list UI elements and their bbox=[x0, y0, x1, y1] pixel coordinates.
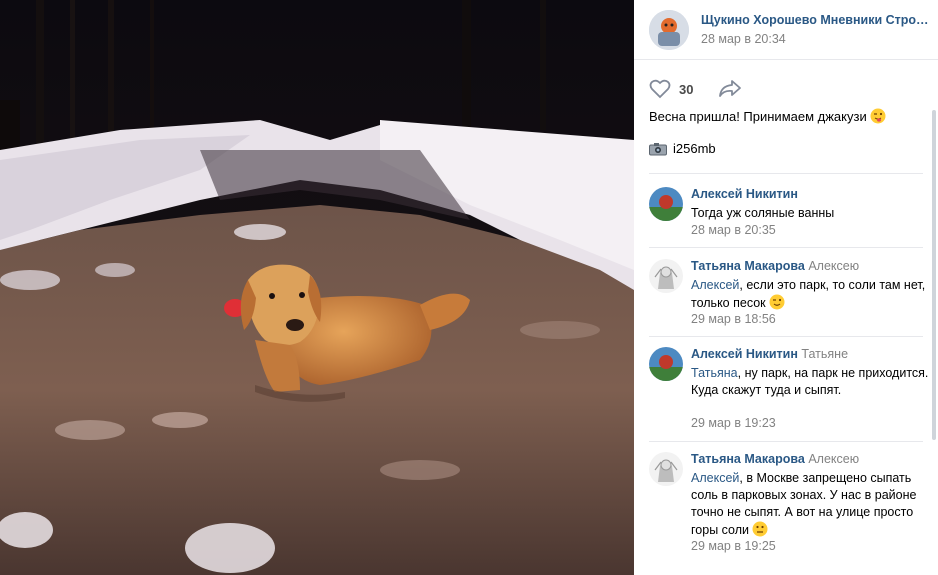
comment: Алексей Никитин Татьяне Татьяна, ну парк… bbox=[649, 347, 929, 433]
post-date[interactable]: 28 мар в 20:34 bbox=[701, 32, 786, 46]
comment-text: Татьяна, ну парк, на парк не приходится.… bbox=[691, 365, 929, 399]
comment-date[interactable]: 29 мар в 19:23 bbox=[691, 416, 776, 430]
post-photo[interactable] bbox=[0, 0, 634, 575]
wink-emoji bbox=[769, 294, 785, 310]
comment: Алексей Никитин Тогда уж соляные ванны 2… bbox=[649, 187, 929, 247]
comment-text: Алексей, в Москве запрещено сыпать соль … bbox=[691, 470, 929, 539]
dog-in-puddle-image bbox=[0, 0, 634, 575]
commenter-avatar-icon bbox=[649, 259, 683, 293]
comment-author: Татьяна Макарова Алексею bbox=[691, 452, 859, 466]
post-text: Весна пришла! Принимаем джакузи bbox=[649, 108, 929, 125]
share-button[interactable] bbox=[718, 78, 742, 101]
comment-date[interactable]: 28 мар в 20:35 bbox=[691, 223, 776, 237]
comment-text: Алексей, если это парк, то соли там нет,… bbox=[691, 277, 929, 312]
post-side-panel: Щукино Хорошево Мневники Стро… 28 мар в … bbox=[634, 0, 938, 575]
comment-text: Тогда уж соляные ванны bbox=[691, 206, 835, 220]
post-text-body: Весна пришла! Принимаем джакузи bbox=[649, 109, 867, 124]
comment-author: Алексей Никитин bbox=[691, 187, 798, 201]
comment: Татьяна Макарова Алексею Алексей, если э… bbox=[649, 259, 929, 335]
camera-icon bbox=[649, 142, 667, 155]
commenter-avatar[interactable] bbox=[649, 259, 683, 293]
wink-tongue-emoji bbox=[870, 108, 886, 124]
comment-reply-to[interactable]: Татьяне bbox=[801, 347, 848, 361]
comment-addressee-link[interactable]: Татьяна bbox=[691, 366, 738, 380]
group-name-link[interactable]: Щукино Хорошево Мневники Стро… bbox=[701, 13, 929, 27]
commenter-avatar-icon bbox=[649, 347, 683, 381]
comment-addressee-link[interactable]: Алексей bbox=[691, 471, 739, 485]
commenter-avatar[interactable] bbox=[649, 187, 683, 221]
comment-author-link[interactable]: Алексей Никитин bbox=[691, 347, 798, 361]
comment-author-link[interactable]: Татьяна Макарова bbox=[691, 259, 805, 273]
like-button[interactable]: 30 bbox=[649, 79, 693, 99]
comment-author: Татьяна Макарова Алексею bbox=[691, 259, 859, 273]
comment-date[interactable]: 29 мар в 19:25 bbox=[691, 539, 776, 553]
commenter-avatar[interactable] bbox=[649, 452, 683, 486]
post-divider bbox=[649, 173, 923, 174]
share-arrow-icon bbox=[719, 79, 742, 97]
commenter-avatar-icon bbox=[649, 452, 683, 486]
comment-divider bbox=[649, 247, 923, 248]
comment-author: Алексей Никитин Татьяне bbox=[691, 347, 848, 361]
commenter-avatar-icon bbox=[649, 187, 683, 221]
comment-author-link[interactable]: Татьяна Макарова bbox=[691, 452, 805, 466]
comment-divider bbox=[649, 441, 923, 442]
comment-reply-to[interactable]: Алексею bbox=[808, 452, 859, 466]
photo-tag-label: i256mb bbox=[673, 141, 716, 156]
comment-author-link[interactable]: Алексей Никитин bbox=[691, 187, 798, 201]
comment-reply-to[interactable]: Алексею bbox=[808, 259, 859, 273]
comments-scrollbar[interactable] bbox=[932, 110, 936, 440]
neutral-face-emoji bbox=[752, 521, 768, 537]
comment-divider bbox=[649, 336, 923, 337]
comment: Татьяна Макарова Алексею Алексей, в Моск… bbox=[649, 452, 929, 562]
group-avatar[interactable] bbox=[649, 10, 689, 50]
post-actions: 30 bbox=[649, 78, 742, 100]
comment-addressee-link[interactable]: Алексей bbox=[691, 278, 739, 292]
commenter-avatar[interactable] bbox=[649, 347, 683, 381]
heart-icon bbox=[649, 79, 671, 99]
post-header: Щукино Хорошево Мневники Стро… 28 мар в … bbox=[634, 0, 938, 60]
photo-tag[interactable]: i256mb bbox=[649, 141, 716, 156]
group-avatar-icon bbox=[649, 10, 689, 50]
comment-date[interactable]: 29 мар в 18:56 bbox=[691, 312, 776, 326]
like-count: 30 bbox=[679, 81, 694, 97]
